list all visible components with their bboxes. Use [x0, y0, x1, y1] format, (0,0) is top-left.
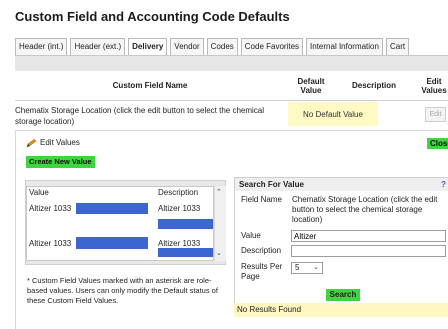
close-button[interactable]: Close [427, 138, 448, 149]
results-per-page-label: Results Per Page [241, 262, 283, 281]
edit-values-title: Edit Values [40, 138, 80, 147]
value-input[interactable] [291, 230, 446, 242]
scroll-up-icon[interactable]: ⌃ [216, 188, 222, 196]
value-label: Value [241, 231, 261, 240]
redacted-block [158, 219, 213, 229]
tab-bar: Header (int.) Header (ext.) Delivery Ven… [15, 38, 412, 56]
chevron-down-icon: ⌄ [313, 264, 319, 271]
results-per-page-select[interactable]: 5 ⌄ [291, 262, 323, 274]
role-based-footnote: * Custom Field Values marked with an ast… [27, 276, 218, 305]
values-column-value: Value [29, 188, 49, 197]
description-cell[interactable]: Altizer 1033 [158, 204, 200, 213]
pencil-icon [26, 139, 37, 148]
scroll-down-icon[interactable]: ⌄ [216, 249, 222, 257]
tab-delivery[interactable]: Delivery [128, 38, 168, 56]
tab-internal-information[interactable]: Internal Information [306, 38, 383, 55]
create-new-value-button[interactable]: Create New Value [26, 156, 95, 168]
toolbar-strip [15, 56, 448, 71]
values-column-description: Description [158, 188, 199, 197]
redacted-block [76, 237, 148, 249]
custom-field-name: Chematix Storage Location (click the edi… [15, 106, 265, 126]
column-header-default-value: Default Value [297, 76, 325, 95]
help-icon[interactable]: ? [441, 180, 446, 189]
search-button[interactable]: Search [326, 289, 360, 301]
tab-header-ext[interactable]: Header (ext.) [70, 38, 126, 55]
column-header-name: Custom Field Name [112, 81, 188, 90]
redacted-block [76, 203, 148, 214]
results-per-page-value: 5 [295, 263, 300, 272]
tab-code-favorites[interactable]: Code Favorites [240, 38, 304, 55]
redacted-block [158, 248, 213, 257]
field-name-label: Field Name [241, 195, 282, 204]
field-name-value: Chematix Storage Location (click the edi… [292, 195, 438, 224]
edit-button[interactable]: Edit [425, 107, 446, 122]
column-header-description: Description [351, 81, 396, 90]
value-cell[interactable]: Altizer 1033 [29, 204, 71, 213]
page-title: Custom Field and Accounting Code Default… [15, 9, 290, 24]
column-header-edit-values: Edit Values [421, 76, 447, 95]
value-cell[interactable]: Altizer 1033 [29, 239, 71, 248]
description-input[interactable] [291, 245, 446, 257]
default-value: No Default Value [303, 109, 363, 119]
description-cell[interactable]: Altizer 1033 [158, 239, 200, 248]
tab-codes[interactable]: Codes [206, 38, 238, 55]
tab-header-int[interactable]: Header (int.) [15, 38, 68, 55]
tab-cart[interactable]: Cart [385, 38, 410, 55]
search-title: Search For Value [239, 180, 304, 189]
description-label: Description [241, 246, 282, 255]
header-divider [15, 100, 448, 101]
tab-vendor[interactable]: Vendor [170, 38, 204, 55]
no-results-message: No Results Found [234, 303, 448, 317]
